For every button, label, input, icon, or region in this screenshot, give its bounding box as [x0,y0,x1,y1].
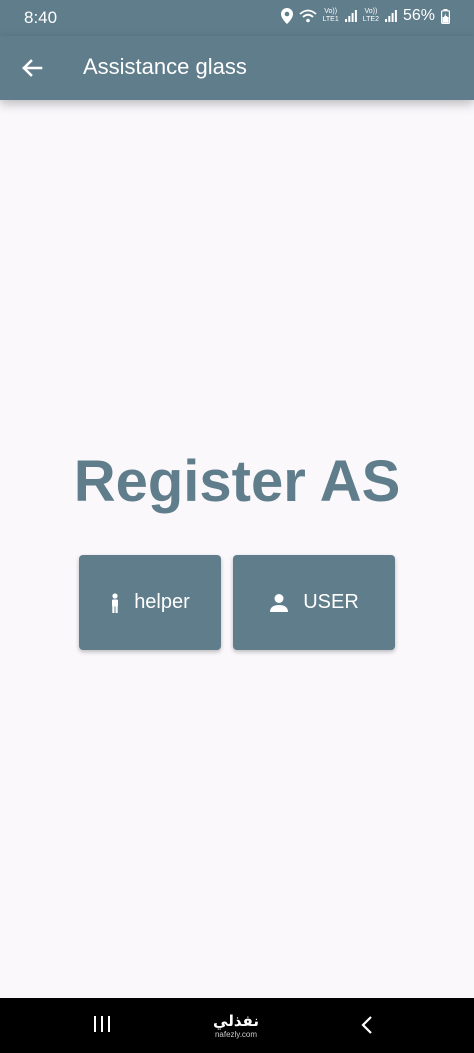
recent-apps-icon[interactable] [90,1014,114,1034]
nav-back-icon[interactable] [356,1013,380,1037]
helper-button-label: helper [134,591,190,613]
signal-strength-icon-2 [384,10,397,22]
sim2-network-label: LTE2 [362,16,379,23]
register-heading: Register AS [73,449,401,514]
user-button[interactable]: USER [233,555,395,650]
signal-strength-icon-1 [344,10,357,22]
person-icon [270,593,289,612]
person-standing-icon [112,592,119,613]
sim1-volte-label: Vo)) [324,8,338,15]
sim1-indicator: Vo)) LTE1 [323,8,339,24]
battery-percentage: 56% [402,7,435,24]
arrow-left-icon [22,59,43,77]
watermark-logo: نفذلي [213,1013,259,1030]
sim2-volte-label: Vo)) [364,8,378,15]
back-button[interactable] [16,52,48,84]
watermark-url: nafezly.com [214,1030,258,1039]
app-title: Assistance glass [83,54,247,79]
wifi-icon [298,9,317,23]
app-bar: Assistance glass [0,36,474,100]
status-icons: Vo)) LTE1 Vo)) LTE2 56% [280,7,450,25]
sim1-network-label: LTE1 [322,16,339,23]
location-icon [280,8,293,24]
watermark: نفذلي nafezly.com [200,1014,272,1040]
status-bar: 8:40 Vo)) LTE1 Vo)) LTE2 56% [0,0,474,36]
status-time: 8:40 [24,8,58,27]
sim2-indicator: Vo)) LTE2 [363,8,379,24]
battery-charging-icon [441,8,450,24]
helper-button[interactable]: helper [79,555,221,650]
user-button-label: USER [303,591,359,613]
